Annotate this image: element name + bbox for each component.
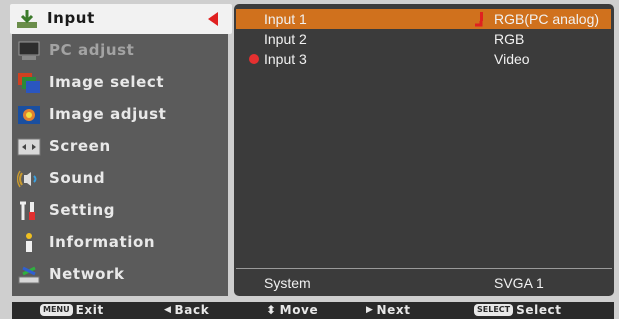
pc-adjust-icon [17, 40, 41, 62]
sound-icon [17, 168, 41, 190]
menu-item-label: Information [49, 233, 156, 251]
menu-item-image-select[interactable]: Image select [12, 68, 228, 98]
move-arrows-icon: ⬍ [266, 303, 277, 317]
menu-item-image-adjust[interactable]: Image adjust [12, 100, 228, 130]
back-arrow-icon: ◀ [164, 305, 172, 315]
move-label: Move [279, 303, 319, 317]
next-hint: ▶ Next [366, 303, 411, 317]
select-key-icon: SELECT [474, 304, 514, 316]
input-name: Input 1 [264, 11, 307, 27]
network-icon [17, 264, 41, 286]
menu-item-label: Screen [49, 137, 111, 155]
menu-item-network[interactable]: Network [12, 260, 228, 290]
menu-item-input[interactable]: Input [10, 4, 232, 34]
input-option-row-3[interactable]: Input 3 Video [236, 49, 611, 69]
selected-arrow-icon [208, 12, 218, 26]
menu-item-label: Input [47, 9, 95, 27]
system-label: System [264, 275, 311, 291]
input-source-value: RGB [494, 31, 525, 47]
system-row: System SVGA 1 [236, 274, 611, 294]
input-name: Input 2 [264, 31, 307, 47]
next-label: Next [376, 303, 411, 317]
divider [236, 268, 612, 269]
menu-item-sound[interactable]: Sound [12, 164, 228, 194]
select-hint: SELECT Select [474, 303, 562, 317]
next-arrow-icon: ▶ [366, 305, 374, 315]
menu-item-information[interactable]: Information [12, 228, 228, 258]
input-source-value: Video [494, 51, 530, 67]
menu-item-label: Network [49, 265, 125, 283]
exit-label: Exit [75, 303, 104, 317]
information-icon [17, 232, 41, 254]
input-name: Input 3 [264, 51, 307, 67]
input-option-row-2[interactable]: Input 2 RGB [236, 29, 611, 49]
menu-item-label: Setting [49, 201, 116, 219]
exit-hint: MENU Exit [40, 303, 104, 317]
input-source-value: RGB(PC analog) [494, 11, 600, 27]
setting-icon [17, 200, 41, 222]
back-hint: ◀ Back [164, 303, 209, 317]
menu-item-label: PC adjust [49, 41, 135, 59]
menu-item-screen[interactable]: Screen [12, 132, 228, 162]
screen-icon [17, 136, 41, 158]
image-adjust-icon [17, 104, 41, 126]
menu-item-label: Image select [49, 73, 165, 91]
menu-key-icon: MENU [40, 304, 73, 316]
menu-item-label: Sound [49, 169, 106, 187]
image-select-icon [17, 72, 41, 94]
main-menu: Input PC adjust Image select Image adjus… [10, 4, 232, 296]
system-value: SVGA 1 [494, 275, 544, 291]
key-guide-bar: MENU Exit ◀ Back ⬍ Move ▶ Next SELECT Se… [12, 302, 614, 319]
plug-icon [474, 11, 486, 27]
input-option-row-1[interactable]: Input 1 RGB(PC analog) [236, 9, 611, 29]
menu-item-setting[interactable]: Setting [12, 196, 228, 226]
menu-item-label: Image adjust [49, 105, 167, 123]
back-label: Back [174, 303, 210, 317]
active-input-dot-icon [249, 54, 259, 64]
input-icon [15, 8, 39, 30]
input-submenu-panel: Input 1 RGB(PC analog) Input 2 RGB Input… [234, 4, 614, 296]
menu-item-pc-adjust[interactable]: PC adjust [12, 36, 228, 66]
select-label: Select [516, 303, 562, 317]
move-hint: ⬍ Move [266, 303, 318, 317]
